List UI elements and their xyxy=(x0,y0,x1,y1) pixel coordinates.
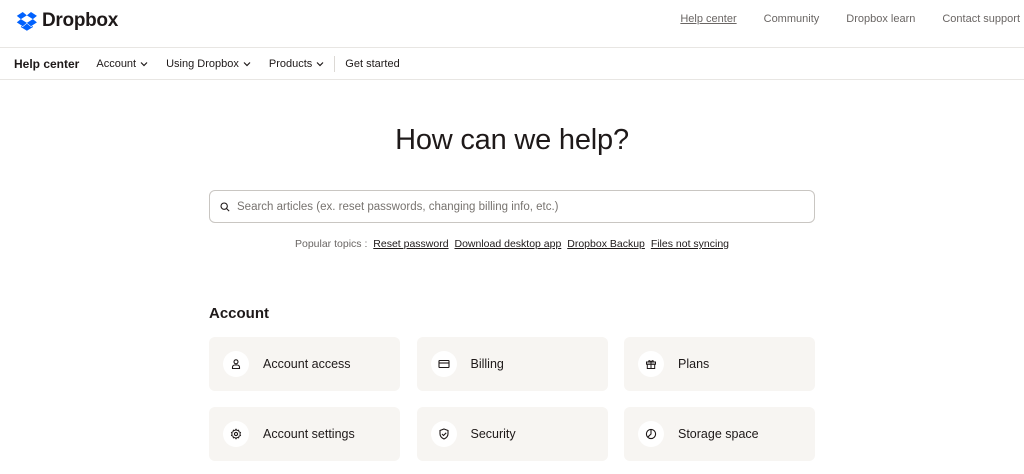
nav-using-dropbox-dropdown[interactable]: Using Dropbox xyxy=(166,58,251,70)
gear-icon xyxy=(223,421,249,447)
card-plans[interactable]: Plans xyxy=(624,337,815,391)
topic-download-desktop-app[interactable]: Download desktop app xyxy=(455,238,562,250)
dropbox-logo-icon xyxy=(16,11,37,31)
card-label: Account settings xyxy=(263,427,355,441)
nav-divider xyxy=(334,55,336,72)
topic-dropbox-backup[interactable]: Dropbox Backup xyxy=(567,238,645,250)
card-billing[interactable]: Billing xyxy=(416,337,608,391)
card-label: Storage space xyxy=(678,427,759,441)
card-label: Account access xyxy=(263,357,351,371)
card-label: Security xyxy=(470,427,516,441)
gift-icon xyxy=(638,351,664,377)
community-link[interactable]: Community xyxy=(764,13,820,25)
nav-using-dropbox-label: Using Dropbox xyxy=(166,57,239,70)
nav-products-dropdown[interactable]: Products xyxy=(269,58,324,70)
search-icon xyxy=(220,201,230,212)
chevron-down-icon xyxy=(316,61,324,66)
nav-products-label: Products xyxy=(268,57,313,70)
credit-card-icon xyxy=(430,351,457,377)
search-input[interactable] xyxy=(237,200,797,213)
nav-get-started[interactable]: Get started xyxy=(345,58,399,70)
card-account-access[interactable]: Account access xyxy=(209,337,400,391)
account-topic-grid: Account access Billing Plans Account set… xyxy=(209,337,815,461)
account-section-title: Account xyxy=(209,305,269,322)
top-links: Help center Community Dropbox learn Cont… xyxy=(680,13,1020,25)
popular-topics-label: Popular topics : xyxy=(294,238,368,250)
popular-topics: Popular topics : Reset password Download… xyxy=(0,238,1024,250)
card-label: Plans xyxy=(678,357,710,371)
topic-reset-password[interactable]: Reset password xyxy=(373,238,448,250)
help-center-nav: Help center Account Using Dropbox Produc… xyxy=(0,47,1024,80)
dropbox-learn-link[interactable]: Dropbox learn xyxy=(846,13,915,25)
search-box[interactable] xyxy=(209,190,815,223)
shield-check-icon xyxy=(430,421,457,447)
pie-chart-icon xyxy=(638,421,664,447)
chevron-down-icon xyxy=(140,61,148,66)
page-title: How can we help? xyxy=(395,124,629,156)
nav-account-label: Account xyxy=(96,57,137,70)
nav-account-dropdown[interactable]: Account xyxy=(96,58,148,70)
topic-files-not-syncing[interactable]: Files not syncing xyxy=(651,238,729,250)
nav-get-started-label: Get started xyxy=(345,57,400,70)
logo-text: Dropbox xyxy=(42,10,119,31)
chevron-down-icon xyxy=(243,61,251,66)
person-icon xyxy=(223,351,249,377)
help-center-link[interactable]: Help center xyxy=(680,13,736,25)
dropbox-logo[interactable]: Dropbox xyxy=(16,10,118,32)
card-label: Billing xyxy=(470,357,504,371)
top-header: Dropbox Help center Community Dropbox le… xyxy=(0,0,1024,44)
help-center-brand[interactable]: Help center xyxy=(14,57,79,71)
contact-support-link[interactable]: Contact support xyxy=(942,13,1020,25)
card-storage-space[interactable]: Storage space xyxy=(624,407,815,461)
card-security[interactable]: Security xyxy=(416,407,608,461)
card-account-settings[interactable]: Account settings xyxy=(209,407,400,461)
